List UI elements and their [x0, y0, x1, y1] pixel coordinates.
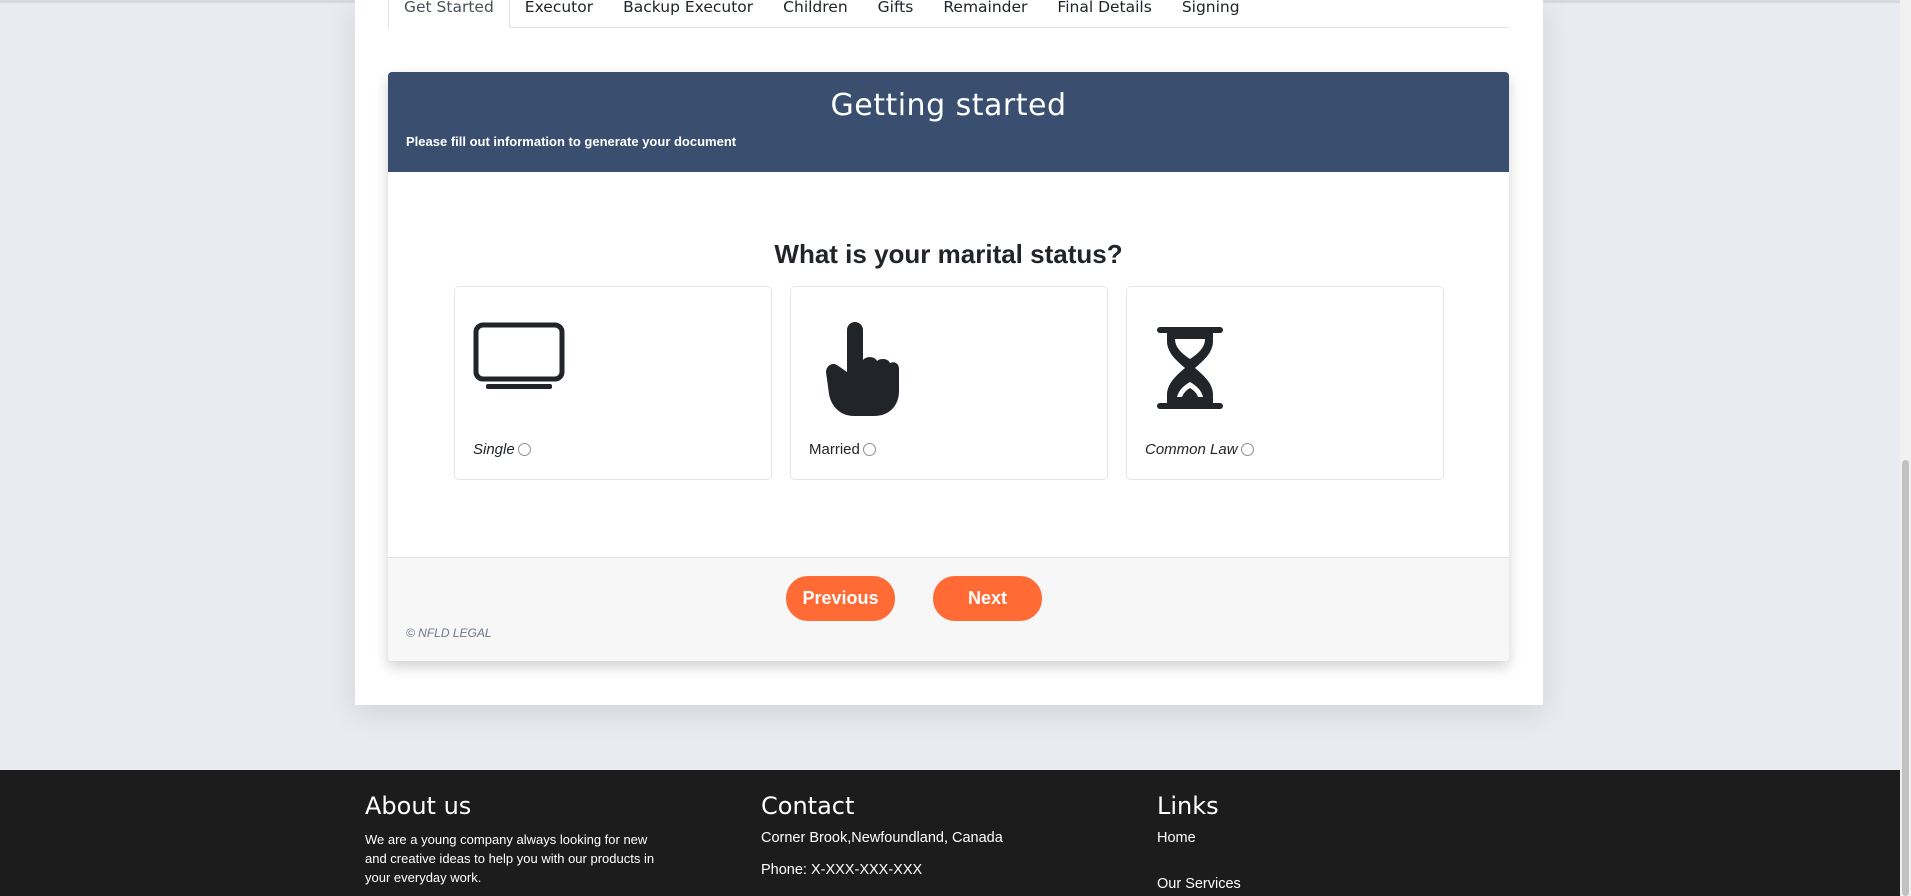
option-common-law[interactable]: Common Law — [1126, 286, 1444, 480]
radio-single[interactable] — [517, 443, 531, 456]
next-button[interactable]: Next — [933, 576, 1042, 621]
copyright-text: © NFLD LEGAL — [406, 626, 492, 640]
footer-link-our-services[interactable]: Our Services — [1157, 876, 1417, 892]
tab-signing[interactable]: Signing — [1167, 0, 1255, 27]
form-subtitle: Please fill out information to generate … — [406, 134, 737, 149]
previous-button[interactable]: Previous — [786, 576, 895, 621]
form-footer: Previous Next © NFLD LEGAL — [388, 557, 1509, 661]
contact-address: Corner Brook,Newfoundland, Canada — [761, 830, 1003, 846]
option-common-law-label: Common Law — [1145, 441, 1238, 458]
radio-common-law[interactable] — [1240, 443, 1254, 456]
form-title: Getting started — [830, 88, 1067, 123]
links-heading: Links — [1157, 792, 1219, 820]
footer-contact: Contact Corner Brook,Newfoundland, Canad… — [761, 792, 1081, 894]
about-heading: About us — [365, 792, 472, 820]
tab-executor[interactable]: Executor — [510, 0, 608, 27]
option-married[interactable]: Married — [790, 286, 1108, 480]
site-footer: About us We are a young company always l… — [0, 770, 1911, 896]
option-single-label: Single — [473, 441, 515, 458]
contact-phone: Phone: X-XXX-XXX-XXX — [761, 862, 923, 878]
option-married-label: Married — [809, 441, 860, 458]
option-single[interactable]: Single — [454, 286, 772, 480]
scrollbar-thumb[interactable] — [1902, 460, 1909, 896]
form-header: Getting started Please fill out informat… — [388, 72, 1509, 172]
pointing-hand-icon — [821, 322, 899, 422]
footer-about: About us We are a young company always l… — [365, 792, 655, 887]
about-text: We are a young company always looking fo… — [365, 832, 655, 885]
hourglass-icon — [1155, 327, 1225, 413]
monitor-icon — [472, 321, 566, 397]
question-heading: What is your marital status? — [774, 239, 1123, 269]
radio-married[interactable] — [862, 443, 876, 456]
footer-link-home[interactable]: Home — [1157, 830, 1417, 846]
tab-get-started[interactable]: Get Started — [388, 0, 510, 28]
footer-links: Links Home Our Services — [1157, 792, 1417, 896]
form-card: Getting started Please fill out informat… — [388, 72, 1509, 661]
tab-backup-executor[interactable]: Backup Executor — [608, 0, 768, 27]
contact-heading: Contact — [761, 792, 855, 820]
wizard-tabs: Get Started Executor Backup Executor Chi… — [388, 0, 1509, 28]
tab-final-details[interactable]: Final Details — [1042, 0, 1166, 27]
tab-children[interactable]: Children — [768, 0, 863, 27]
tab-remainder[interactable]: Remainder — [928, 0, 1042, 27]
tab-gifts[interactable]: Gifts — [863, 0, 929, 27]
